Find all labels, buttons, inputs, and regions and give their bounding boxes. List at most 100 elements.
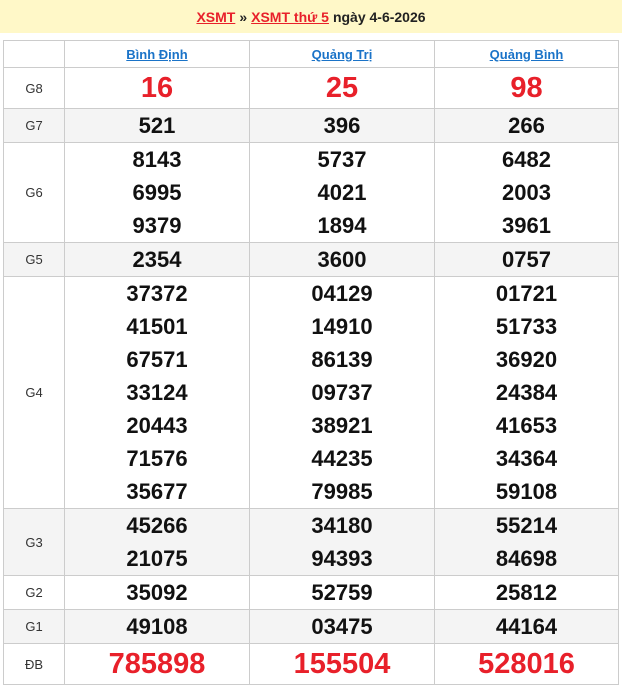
prize-cell: 6482 2003 3961	[434, 142, 619, 243]
prize-number: 55214	[495, 513, 558, 538]
prize-row-g5: G5 2354 3600 0757	[3, 242, 619, 277]
prize-number: 35092	[126, 580, 188, 605]
prize-number: 9379	[132, 213, 182, 238]
prize-cell: 98	[434, 67, 619, 109]
prize-label: G5	[3, 242, 65, 277]
prize-number: 6482	[502, 147, 551, 172]
prize-number: 79985	[311, 479, 373, 504]
prize-number: 2354	[132, 247, 182, 272]
prize-label: G7	[3, 108, 65, 143]
prize-cell: 155504	[249, 643, 435, 685]
prize-label: G4	[3, 276, 65, 509]
prize-number: 94393	[311, 546, 373, 571]
prize-row-g8: G8 16 25 98	[3, 67, 619, 109]
breadcrumb-xsmt-thu5-link[interactable]: XSMT thứ 5	[251, 9, 329, 25]
prize-label: G2	[3, 575, 65, 610]
prize-number: 14910	[311, 314, 373, 339]
prize-cell: 52759	[249, 575, 435, 610]
prize-cell: 8143 6995 9379	[64, 142, 250, 243]
province-link-quang-tri[interactable]: Quảng Trị	[312, 47, 373, 62]
prize-number: 71576	[126, 446, 188, 471]
prize-number: 785898	[108, 648, 206, 680]
prize-number: 6995	[132, 180, 182, 205]
prize-number: 396	[323, 113, 361, 138]
prize-row-db: ĐB 785898 155504 528016	[3, 643, 619, 685]
prize-number: 01721	[495, 281, 558, 306]
prize-cell: 3600	[249, 242, 435, 277]
prize-number: 51733	[495, 314, 558, 339]
prize-number: 09737	[311, 380, 373, 405]
prize-row-g4: G4 37372 41501 67571 33124 20443 71576 35677 041…	[3, 276, 619, 509]
prize-label: G3	[3, 508, 65, 576]
prize-number: 52759	[311, 580, 373, 605]
prize-number: 67571	[126, 347, 188, 372]
prize-number: 1894	[317, 213, 367, 238]
prize-cell: 44164	[434, 609, 619, 644]
prize-cell: 55214 84698	[434, 508, 619, 576]
prize-number: 86139	[311, 347, 373, 372]
prize-cell: 37372 41501 67571 33124 20443 71576 35677	[64, 276, 250, 509]
prize-number: 44164	[495, 614, 558, 639]
prize-number: 3961	[502, 213, 551, 238]
prize-number: 25812	[495, 580, 558, 605]
prize-number: 16	[140, 72, 174, 104]
prize-row-g3: G3 45266 21075 34180 94393 55214 84698	[3, 508, 619, 576]
prize-cell: 35092	[64, 575, 250, 610]
breadcrumb: XSMT » XSMT thứ 5 ngày 4-6-2026	[0, 0, 622, 33]
prize-number: 155504	[293, 648, 391, 680]
prize-number: 04129	[311, 281, 373, 306]
prize-number: 25	[325, 72, 359, 104]
prize-number: 2003	[502, 180, 551, 205]
breadcrumb-xsmt-link[interactable]: XSMT	[196, 9, 235, 25]
draw-date: ngày 4-6-2026	[332, 8, 426, 25]
province-header-quang-tri: Quảng Trị	[249, 40, 435, 68]
prize-cell: 45266 21075	[64, 508, 250, 576]
prize-number: 24384	[495, 380, 558, 405]
prize-number: 266	[508, 113, 545, 138]
prize-cell: 16	[64, 67, 250, 109]
prize-number: 35677	[126, 479, 188, 504]
province-link-binh-dinh[interactable]: Bình Định	[126, 47, 187, 62]
province-link-quang-binh[interactable]: Quảng Bình	[490, 47, 564, 62]
prize-number: 34364	[495, 446, 558, 471]
province-header-binh-dinh: Bình Định	[64, 40, 250, 68]
prize-number: 98	[510, 72, 543, 104]
prize-number: 5737	[317, 147, 367, 172]
prize-cell: 5737 4021 1894	[249, 142, 435, 243]
prize-cell: 25	[249, 67, 435, 109]
prize-row-g6: G6 8143 6995 9379 5737 4021 1894 6482 2003 3961	[3, 142, 619, 243]
prize-label: G1	[3, 609, 65, 644]
prize-cell: 266	[434, 108, 619, 143]
breadcrumb-separator: »	[239, 8, 248, 25]
prize-number: 03475	[311, 614, 373, 639]
prize-number: 20443	[126, 413, 188, 438]
prize-number: 521	[138, 113, 176, 138]
prize-row-g1: G1 49108 03475 44164	[3, 609, 619, 644]
prize-number: 59108	[495, 479, 558, 504]
prize-number: 21075	[126, 546, 188, 571]
prize-number: 38921	[311, 413, 373, 438]
prize-number: 36920	[495, 347, 558, 372]
prize-row-g2: G2 35092 52759 25812	[3, 575, 619, 610]
prize-cell: 04129 14910 86139 09737 38921 44235 79985	[249, 276, 435, 509]
prize-cell: 785898	[64, 643, 250, 685]
province-header-row: Bình Định Quảng Trị Quảng Bình	[3, 40, 619, 68]
prize-number: 84698	[495, 546, 558, 571]
prize-number: 3600	[317, 247, 367, 272]
prize-number: 33124	[126, 380, 188, 405]
prize-number: 37372	[126, 281, 188, 306]
province-header-quang-binh: Quảng Bình	[434, 40, 619, 68]
prize-cell: 0757	[434, 242, 619, 277]
prize-label: ĐB	[3, 643, 65, 685]
prize-cell: 2354	[64, 242, 250, 277]
prize-cell: 25812	[434, 575, 619, 610]
prize-number: 49108	[126, 614, 188, 639]
prize-number: 44235	[311, 446, 373, 471]
results-table: Bình Định Quảng Trị Quảng Bình G8 16 25 98 G…	[3, 40, 619, 685]
prize-cell: 396	[249, 108, 435, 143]
prize-number: 34180	[311, 513, 373, 538]
prize-cell: 01721 51733 36920 24384 41653 34364 59108	[434, 276, 619, 509]
prize-number: 0757	[502, 247, 551, 272]
prize-number: 4021	[317, 180, 367, 205]
prize-cell: 49108	[64, 609, 250, 644]
